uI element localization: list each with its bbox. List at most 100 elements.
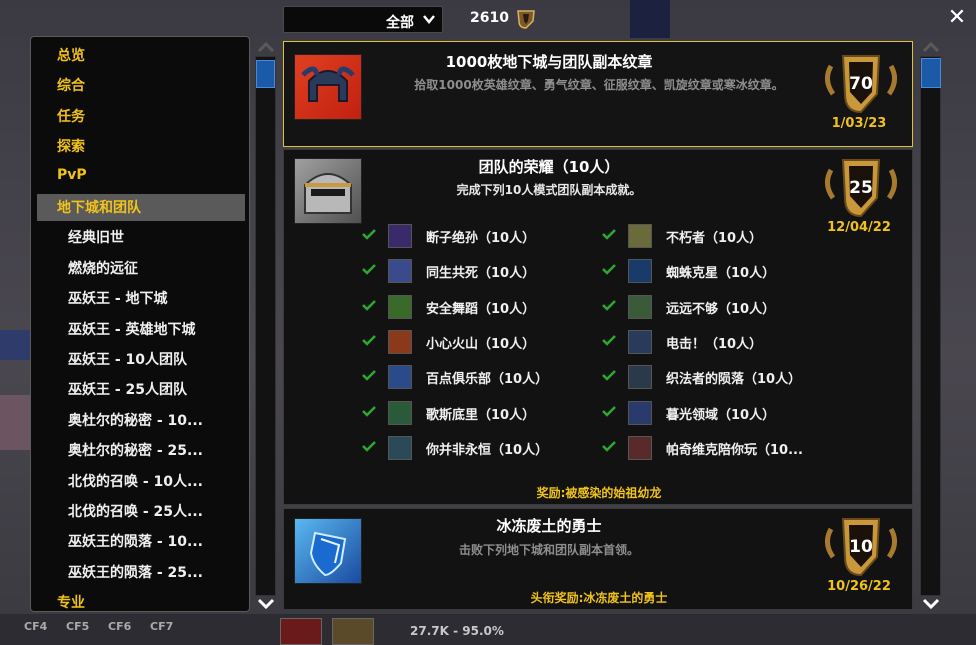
- checkmark-icon: [362, 370, 376, 381]
- helmet-red-icon: [294, 54, 362, 120]
- category-item[interactable]: PvP: [57, 167, 87, 183]
- subcategory-item[interactable]: 经典旧世: [68, 227, 124, 247]
- close-button[interactable]: ✕: [946, 7, 968, 29]
- subcategory-item[interactable]: 巫妖王的陨落 - 25...: [68, 562, 203, 582]
- achievement-date: 1/03/23: [831, 116, 887, 131]
- achievement-row[interactable]: 冰冻废土的勇士 击败下列地下城和团队副本首领。 10 10/26/22 头衔奖励…: [283, 508, 913, 610]
- filter-label: 全部: [386, 15, 414, 31]
- criteria-label: 百点俱乐部（10人）: [426, 372, 549, 388]
- action-slot[interactable]: [332, 618, 374, 645]
- action-slot[interactable]: [280, 618, 322, 645]
- subcategory-item[interactable]: 奥杜尔的秘密 - 10...: [68, 410, 203, 430]
- criteria-icon: [388, 365, 412, 390]
- achievement-points: 10: [849, 537, 873, 557]
- checkmark-icon: [602, 405, 616, 417]
- category-item[interactable]: 探索: [57, 136, 85, 156]
- keybind-label: CF6: [108, 620, 132, 633]
- subcategory-item[interactable]: 巫妖王 - 25人团队: [68, 379, 187, 399]
- criteria-label: 不朽者（10人）: [666, 231, 763, 246]
- achievement-title: 团队的荣耀（10人）: [478, 158, 620, 176]
- scroll-thumb[interactable]: [256, 60, 275, 88]
- scroll-track: [920, 56, 941, 596]
- criteria-label: 帕奇维克陪你玩（10...: [666, 442, 803, 458]
- scroll-down-icon[interactable]: [921, 597, 941, 611]
- achievement-title: 1000枚地下城与团队副本纹章: [445, 53, 653, 71]
- criteria-label: 同生共死（10人）: [426, 266, 536, 282]
- achievement-window: 全部 2610 ✕ 总览综合任务探索 PvP 地下城和团队 经典旧世燃烧的远征巫妖王 …: [0, 0, 976, 645]
- keybind-label: CF7: [150, 620, 174, 633]
- category-item[interactable]: 任务: [57, 106, 85, 126]
- blue-shield-icon: [294, 518, 362, 584]
- achievement-scrollbar[interactable]: [918, 40, 944, 612]
- achievement-points: 70: [849, 74, 873, 94]
- achievement-points: 25: [849, 178, 873, 198]
- scroll-down-icon[interactable]: [256, 597, 276, 611]
- category-item[interactable]: 专业: [57, 592, 85, 611]
- checkmark-icon: [362, 440, 376, 452]
- checkmark-icon: [602, 440, 616, 452]
- achievement-reward: 头衔奖励:冰冻废土的勇士: [530, 591, 668, 605]
- category-list: 总览 综合 任务 探索 PvP 地下城和团队 经典旧世 燃烧的远征 巫妖王 - 地下城 巫妖王 -…: [30, 36, 250, 612]
- steel-helm-icon: [294, 158, 362, 224]
- achievement-desc: 击败下列地下城和团队副本首领。: [458, 543, 639, 557]
- category-item[interactable]: 地下城和团队: [57, 197, 141, 217]
- checkmark-icon: [362, 264, 376, 276]
- criteria-label: 小心火山（10人）: [426, 336, 536, 352]
- total-points: 2610: [470, 10, 509, 26]
- achievement-date: 12/04/22: [827, 220, 891, 235]
- subcategory-item[interactable]: 北伐的召唤 - 10人...: [68, 471, 203, 491]
- subcategory-item[interactable]: 奥杜尔的秘密 - 25...: [68, 440, 203, 460]
- criteria-label: 安全舞蹈（10人）: [426, 301, 536, 317]
- achievement-row[interactable]: 团队的荣耀（10人） 完成下列10人模式团队副本成就。 25 12/04/22 …: [283, 149, 913, 505]
- checkmark-icon: [602, 264, 616, 276]
- checkmark-icon: [362, 335, 376, 346]
- subcategory-item[interactable]: 巫妖王 - 地下城: [68, 288, 168, 308]
- criteria-icon: [388, 400, 412, 425]
- status-readout: 27.7K - 95.0%: [410, 624, 504, 638]
- keybind-label: CF5: [66, 620, 90, 633]
- checkmark-icon: [362, 229, 376, 240]
- criteria-icon: [628, 365, 652, 390]
- achievement-reward: 奖励:被感染的始祖幼龙: [536, 486, 662, 500]
- category-item[interactable]: 综合: [57, 75, 85, 95]
- criteria-icon: [628, 435, 652, 460]
- criteria-label: 远远不够（10人）: [666, 301, 776, 317]
- scroll-up-icon[interactable]: [921, 40, 941, 54]
- criteria-icon: [388, 294, 412, 319]
- checkmark-icon: [362, 299, 376, 311]
- criteria-label: 你并非永恒（10人）: [426, 442, 549, 458]
- checkmark-icon: [602, 229, 616, 240]
- criteria-label: 蜘蛛克星（10人）: [666, 266, 776, 282]
- keybind-label: CF4: [24, 620, 48, 633]
- criteria-icon: [388, 224, 412, 248]
- achievement-title: 冰冻废土的勇士: [496, 517, 602, 535]
- subcategory-item[interactable]: 巫妖王 - 10人团队: [68, 349, 187, 369]
- scroll-thumb[interactable]: [921, 58, 941, 88]
- checkmark-icon: [602, 335, 616, 346]
- criteria-label: 织法者的陨落（10人）: [666, 372, 802, 388]
- checkmark-icon: [602, 370, 616, 381]
- criteria-label: 断子绝孙（10人）: [426, 231, 536, 246]
- criteria-icon: [388, 435, 412, 460]
- subcategory-item[interactable]: 燃烧的远征: [68, 258, 138, 278]
- criteria-icon: [388, 329, 412, 354]
- criteria-icon: [388, 259, 412, 284]
- category-item[interactable]: 总览: [57, 45, 85, 65]
- achievement-list: 1000枚地下城与团队副本纹章 拾取1000枚英雄纹章、勇气纹章、征服纹章、凯旋…: [283, 38, 913, 612]
- scroll-track: [255, 56, 276, 596]
- chevron-down-icon: [423, 15, 435, 24]
- scroll-up-icon[interactable]: [256, 40, 276, 54]
- criteria-label: 歌斯底里（10人）: [426, 407, 536, 423]
- criteria-icon: [628, 259, 652, 284]
- subcategory-item[interactable]: 北伐的召唤 - 25人...: [68, 501, 203, 521]
- filter-dropdown[interactable]: 全部: [283, 6, 443, 33]
- achievement-desc: 完成下列10人模式团队副本成就。: [456, 183, 642, 197]
- subcategory-item[interactable]: 巫妖王 - 英雄地下城: [68, 319, 196, 339]
- criteria-icon: [628, 400, 652, 425]
- category-scrollbar[interactable]: [254, 40, 278, 610]
- achievement-desc: 拾取1000枚英雄纹章、勇气纹章、征服纹章、凯旋纹章或寒冰纹章。: [414, 78, 784, 92]
- achievement-shield-icon: [517, 10, 535, 29]
- criteria-icon: [628, 224, 652, 248]
- achievement-row[interactable]: 1000枚地下城与团队副本纹章 拾取1000枚英雄纹章、勇气纹章、征服纹章、凯旋…: [283, 41, 913, 147]
- subcategory-item[interactable]: 巫妖王的陨落 - 10...: [68, 531, 203, 551]
